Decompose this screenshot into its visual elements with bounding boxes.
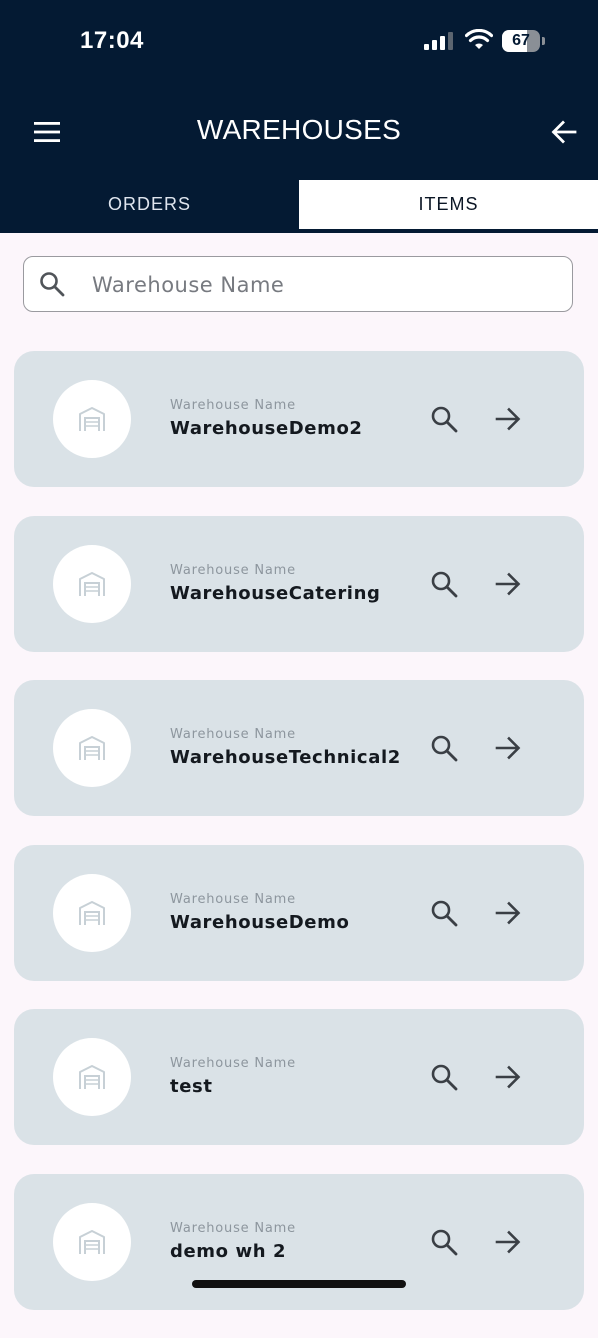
search-icon [40,272,65,297]
warehouse-avatar [53,1202,131,1281]
warehouse-name-label: Warehouse Name [170,1056,296,1071]
wifi-icon [465,29,493,49]
battery-icon: 67 [502,30,546,52]
warehouse-name-label: Warehouse Name [170,398,296,413]
search-icon[interactable] [430,405,458,433]
warehouse-card[interactable]: Warehouse Name WarehouseCatering [14,515,584,652]
warehouse-name-label: Warehouse Name [170,562,296,578]
warehouse-avatar [53,873,131,952]
arrow-right-icon[interactable] [495,406,521,432]
warehouse-icon [79,1065,105,1089]
warehouse-card[interactable]: Warehouse Name WarehouseDemo2 [14,351,584,487]
signal-icon [424,32,453,50]
warehouse-avatar [53,544,131,623]
warehouse-avatar [53,380,131,458]
arrow-right-icon[interactable] [495,1229,521,1255]
warehouse-card[interactable]: Warehouse Name test [14,1009,584,1145]
warehouse-name: WarehouseDemo [170,911,350,933]
warehouse-avatar [53,709,131,787]
search-input[interactable] [90,266,554,304]
warehouse-name-label: Warehouse Name [170,1220,296,1236]
arrow-right-icon[interactable] [495,900,521,926]
search-icon[interactable] [430,1228,458,1256]
warehouse-name: WarehouseDemo2 [170,418,363,439]
search-box [23,256,573,312]
warehouse-icon [79,736,105,760]
warehouse-card[interactable]: Warehouse Name WarehouseTechnical2 [14,680,584,816]
tab-orders[interactable]: ORDERS [0,180,299,229]
home-indicator [192,1280,406,1288]
arrow-left-icon[interactable] [551,119,577,145]
app-bar: WAREHOUSES [0,100,598,164]
status-time: 17:04 [80,27,144,54]
warehouse-avatar [53,1038,131,1116]
battery-level: 67 [512,32,530,49]
arrow-right-icon[interactable] [495,571,521,597]
warehouse-name-label: Warehouse Name [170,891,296,907]
page-title: WAREHOUSES [196,114,402,145]
tab-bar: ORDERS ITEMS [0,180,598,233]
warehouse-list: Warehouse Name WarehouseDemo2 Warehouse … [14,351,584,1338]
warehouse-icon [79,571,105,596]
warehouse-name: WarehouseTechnical2 [170,747,401,768]
search-icon[interactable] [430,899,458,927]
warehouse-name-label: Warehouse Name [170,727,296,742]
warehouse-name: WarehouseCatering [170,582,381,604]
search-icon[interactable] [430,1063,458,1091]
warehouse-icon [79,900,105,925]
warehouse-icon [79,407,105,431]
search-icon[interactable] [430,570,458,598]
tab-items[interactable]: ITEMS [299,180,598,229]
warehouse-card[interactable]: Warehouse Name WarehouseDemo [14,844,584,981]
warehouse-icon [79,1229,105,1254]
warehouse-name: test [170,1076,213,1097]
arrow-right-icon[interactable] [495,735,521,761]
status-bar: 17:04 67 [0,0,598,80]
search-icon[interactable] [430,734,458,762]
warehouse-name: demo wh 2 [170,1240,287,1262]
warehouse-card[interactable]: Warehouse Name demo wh 2 [14,1173,584,1310]
arrow-right-icon[interactable] [495,1064,521,1090]
header: 17:04 67 WAREHOUSES ORDERS ITEMS [0,0,598,233]
